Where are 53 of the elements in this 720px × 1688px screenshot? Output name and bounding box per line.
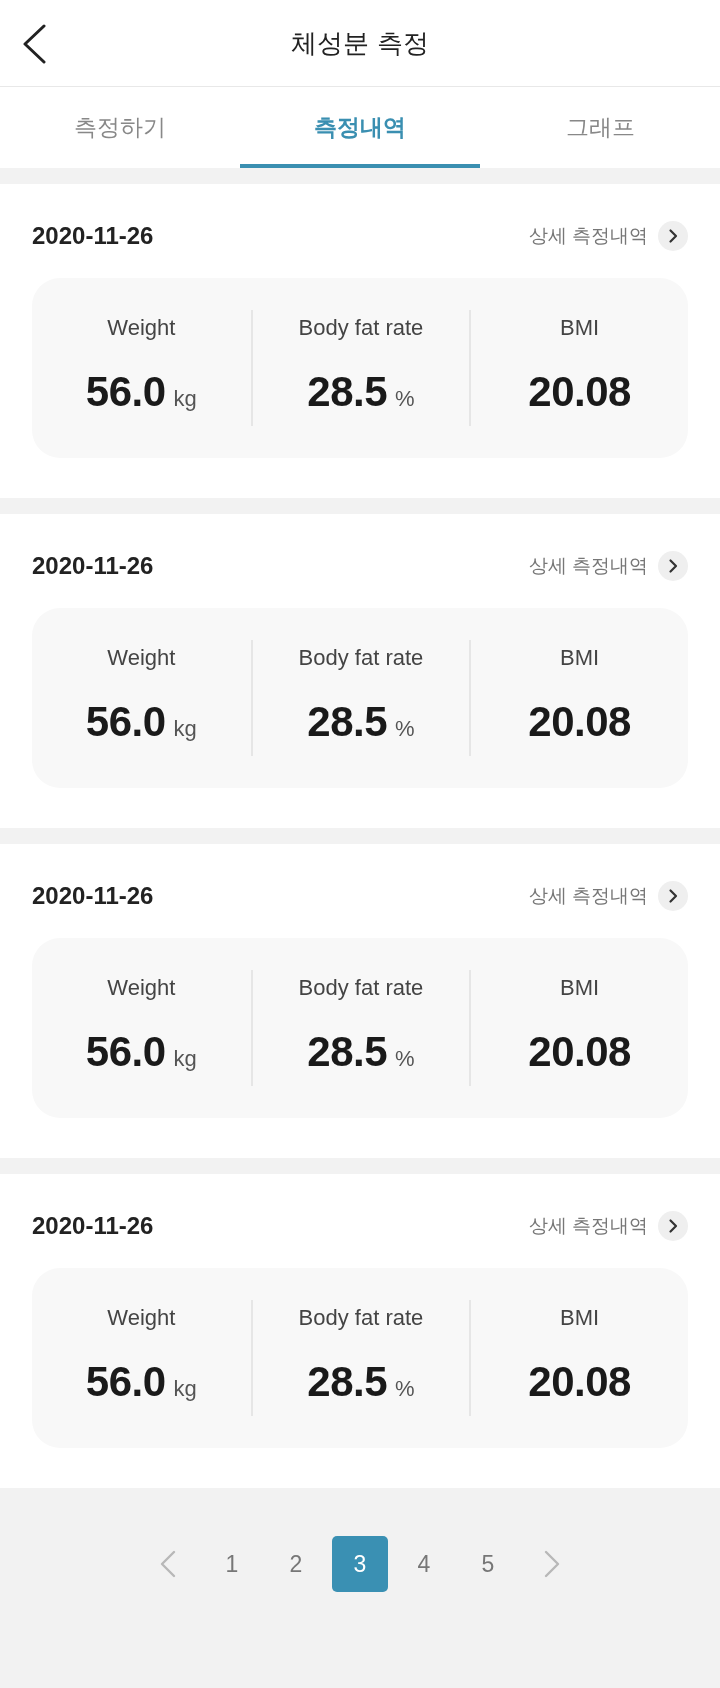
metric-value: 28.5: [307, 1028, 388, 1076]
detail-link[interactable]: 상세 측정내역: [528, 551, 688, 581]
page-button[interactable]: 1: [204, 1536, 260, 1592]
metric-value: 20.08: [528, 368, 631, 416]
metric-label: Weight: [107, 974, 176, 1002]
metric-value: 28.5: [307, 368, 388, 416]
metric-unit: kg: [173, 1046, 197, 1072]
chevron-right-icon: [658, 221, 688, 251]
metric-label: Weight: [107, 644, 176, 672]
metric-label: BMI: [560, 974, 600, 1002]
page-button[interactable]: 4: [396, 1536, 452, 1592]
measurement-date: 2020-11-26: [32, 552, 154, 580]
measurement-date: 2020-11-26: [32, 1212, 154, 1240]
page-button[interactable]: 3: [332, 1536, 388, 1592]
measurement-date: 2020-11-26: [32, 222, 154, 250]
metric-value: 28.5: [307, 698, 388, 746]
metric-label: Body fat rate: [298, 974, 424, 1002]
page-button[interactable]: 5: [460, 1536, 516, 1592]
chevron-left-icon[interactable]: [160, 1550, 176, 1578]
metric-label: Weight: [107, 1304, 176, 1332]
detail-link[interactable]: 상세 측정내역: [528, 221, 688, 251]
detail-link[interactable]: 상세 측정내역: [528, 881, 688, 911]
metric-value: 20.08: [528, 1358, 631, 1406]
chevron-right-icon: [658, 881, 688, 911]
screen-title: 체성분 측정: [291, 27, 429, 60]
metric-value: 56.0: [85, 1028, 166, 1076]
metric-value: 56.0: [85, 1358, 166, 1406]
chevron-right-icon: [658, 1211, 688, 1241]
metric-value: 20.08: [528, 698, 631, 746]
metric-unit: kg: [173, 716, 197, 742]
metric-value: 56.0: [85, 698, 166, 746]
chevron-right-icon: [658, 551, 688, 581]
measurement-date: 2020-11-26: [32, 882, 154, 910]
metric-label: BMI: [560, 314, 600, 342]
metric-unit: %: [395, 1046, 415, 1072]
detail-link[interactable]: 상세 측정내역: [528, 1211, 688, 1241]
metric-unit: kg: [173, 386, 197, 412]
metric-value: 56.0: [85, 368, 166, 416]
metric-label: Body fat rate: [298, 314, 424, 342]
metric-label: Body fat rate: [298, 1304, 424, 1332]
page-button[interactable]: 2: [268, 1536, 324, 1592]
metric-unit: %: [395, 1376, 415, 1402]
metric-unit: %: [395, 386, 415, 412]
metric-label: Weight: [107, 314, 176, 342]
chevron-right-icon[interactable]: [544, 1550, 560, 1578]
metric-label: BMI: [560, 644, 600, 672]
metric-value: 20.08: [528, 1028, 631, 1076]
metric-value: 28.5: [307, 1358, 388, 1406]
metric-label: Body fat rate: [298, 644, 424, 672]
metric-label: BMI: [560, 1304, 600, 1332]
back-icon[interactable]: [22, 24, 46, 64]
metric-unit: kg: [173, 1376, 197, 1402]
metric-unit: %: [395, 716, 415, 742]
